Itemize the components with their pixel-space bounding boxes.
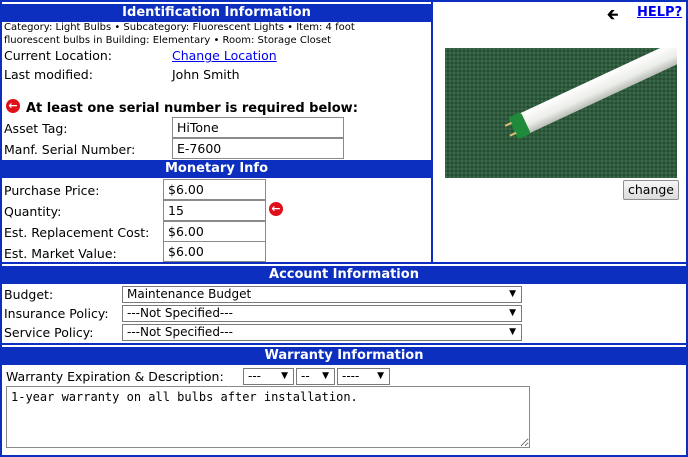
quantity-error-icon: ← — [269, 202, 283, 216]
chevron-down-icon: ▼ — [509, 327, 516, 337]
purchase-price-label: Purchase Price: — [4, 183, 100, 198]
warranty-description-textarea[interactable]: 1-year warranty on all bulbs after insta… — [6, 386, 530, 448]
last-modified-label: Last modified: — [4, 67, 93, 82]
service-label: Service Policy: — [4, 325, 94, 340]
serial-required-warning: At least one serial number is required b… — [26, 101, 358, 116]
market-value-input[interactable]: $6.00 — [163, 241, 266, 262]
image-panel: 🡰 HELP? change — [431, 0, 688, 264]
chevron-down-icon: ▼ — [509, 289, 516, 299]
replacement-cost-input[interactable]: $6.00 — [163, 221, 266, 242]
warranty-day-select[interactable]: -- ▼ — [296, 368, 335, 385]
warranty-expiration-label: Warranty Expiration & Description: — [6, 369, 224, 384]
insurance-selected-value: ---Not Specified--- — [127, 306, 233, 320]
insurance-label: Insurance Policy: — [4, 306, 109, 321]
chevron-down-icon: ▼ — [322, 371, 329, 381]
warranty-panel: Warranty Information Warranty Expiration… — [0, 343, 688, 457]
error-arrow-icon: ← — [6, 99, 20, 113]
chevron-down-icon: ▼ — [509, 308, 516, 318]
market-value-label: Est. Market Value: — [4, 246, 117, 261]
budget-selected-value: Maintenance Budget — [127, 287, 252, 301]
item-photo — [445, 48, 677, 178]
warranty-header: Warranty Information — [2, 347, 686, 365]
insurance-select[interactable]: ---Not Specified--- ▼ — [122, 305, 522, 322]
last-modified-value: John Smith — [172, 67, 240, 82]
manf-serial-input[interactable]: E-7600 — [172, 138, 344, 159]
chevron-down-icon: ▼ — [377, 371, 384, 381]
current-location-label: Current Location: — [4, 48, 113, 63]
chevron-down-icon: ▼ — [281, 371, 288, 381]
quantity-label: Quantity: — [4, 204, 62, 219]
purchase-price-input[interactable]: $6.00 — [163, 179, 266, 200]
identification-panel: Identification Information Category: Lig… — [0, 0, 433, 264]
identification-header: Identification Information — [2, 4, 431, 22]
service-select[interactable]: ---Not Specified--- ▼ — [122, 324, 522, 341]
account-panel: Account Information Budget: Maintenance … — [0, 262, 688, 345]
account-header: Account Information — [2, 266, 686, 284]
warranty-year-select[interactable]: ---- ▼ — [337, 368, 390, 385]
replacement-cost-label: Est. Replacement Cost: — [4, 225, 150, 240]
budget-label: Budget: — [4, 287, 54, 302]
warranty-month-select[interactable]: --- ▼ — [243, 368, 294, 385]
change-location-link[interactable]: Change Location — [172, 48, 277, 63]
day-selected-value: -- — [301, 369, 310, 383]
service-selected-value: ---Not Specified--- — [127, 325, 233, 339]
back-arrow-icon[interactable]: 🡰 — [607, 4, 618, 28]
help-link[interactable]: HELP? — [637, 5, 682, 20]
month-selected-value: --- — [248, 369, 261, 383]
budget-select[interactable]: Maintenance Budget ▼ — [122, 286, 522, 303]
monetary-header: Monetary Info — [2, 160, 431, 178]
asset-tag-label: Asset Tag: — [4, 121, 68, 136]
item-breadcrumb: Category: Light Bulbs • Subcategory: Flu… — [4, 22, 355, 46]
change-photo-button[interactable]: change — [623, 180, 679, 200]
manf-serial-label: Manf. Serial Number: — [4, 142, 136, 157]
quantity-input[interactable]: 15 — [163, 200, 266, 221]
year-selected-value: ---- — [342, 369, 360, 383]
asset-tag-input[interactable]: HiTone — [172, 117, 344, 138]
